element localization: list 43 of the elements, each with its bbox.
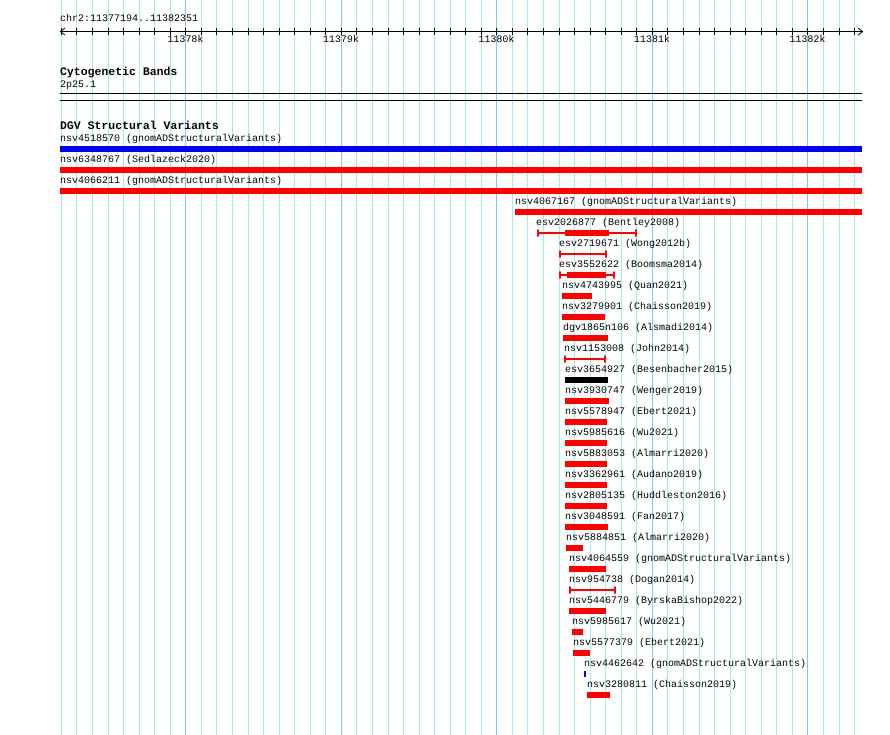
feature-label: nsv6348767 (Sedlazeck2020) [60, 155, 216, 167]
feature-label: nsv5578947 (Ebert2021) [565, 407, 698, 419]
band-label: 2p25.1 [60, 80, 96, 92]
feature-label: nsv5985617 (Wu2021) [572, 617, 686, 629]
feature-range[interactable] [537, 229, 637, 237]
feature-label: nsv5446779 (ByrskaBishop2022) [569, 596, 744, 608]
feature-label: nsv2805135 (Huddleston2016) [565, 491, 728, 503]
feature-label: esv2026877 (Bentley2008) [536, 218, 680, 230]
feature-label: nsv4743995 (Quan2021) [562, 281, 688, 293]
feature-label: nsv3930747 (Wenger2019) [565, 386, 704, 398]
feature-label: nsv4518570 (gnomADStructuralVariants) [60, 134, 282, 146]
track-title: Cytogenetic Bands [60, 67, 178, 79]
feature-range[interactable] [559, 250, 607, 258]
feature-label: nsv5883053 (Almarri2020) [565, 449, 710, 461]
feature-label: nsv3362961 (Audano2019) [565, 470, 704, 482]
track-title: DGV Structural Variants [60, 121, 219, 133]
feature-range[interactable] [569, 586, 616, 594]
feature-label: nsv3048591 (Fan2017) [565, 512, 686, 524]
feature-label: nsv4066211 (gnomADStructuralVariants) [60, 176, 282, 188]
tick-label: 11380k [478, 35, 514, 47]
feature-label: nsv3279901 (Chaisson2019) [562, 302, 712, 314]
feature-label: nsv4067167 (gnomADStructuralVariants) [515, 197, 738, 209]
feature-range[interactable] [559, 271, 615, 279]
feature-label: esv3654927 (Besenbacher2015) [565, 365, 734, 377]
feature-label: nsv1153008 (John2014) [564, 344, 690, 356]
tick-label: 11378k [167, 35, 204, 47]
feature-label: esv2719671 (Wong2012b) [559, 239, 692, 251]
feature-range[interactable] [564, 355, 606, 363]
feature-label: dgv1865n106 (Alsmadi2014) [563, 323, 714, 335]
feature-label: nsv3280811 (Chaisson2019) [587, 680, 738, 692]
feature-label: esv3552622 (Boomsma2014) [559, 260, 704, 272]
feature-label: nsv5884851 (Almarri2020) [566, 533, 710, 545]
feature-bar[interactable] [565, 376, 608, 384]
tick-label: 11382k [789, 35, 826, 47]
feature-label: nsv5985616 (Wu2021) [565, 428, 680, 440]
feature-label: nsv954738 (Dogan2014) [569, 575, 696, 587]
tick-label: 11379k [322, 35, 359, 47]
location-label: chr2:11377194..11382351 [60, 14, 198, 26]
feature-label: nsv5577379 (Ebert2021) [573, 638, 706, 650]
feature-label: nsv4462642 (gnomADStructuralVariants) [584, 659, 806, 671]
tick-label: 11381k [634, 35, 670, 47]
feature-bar[interactable] [60, 145, 862, 153]
feature-label: nsv4064559 (gnomADStructuralVariants) [569, 554, 792, 566]
